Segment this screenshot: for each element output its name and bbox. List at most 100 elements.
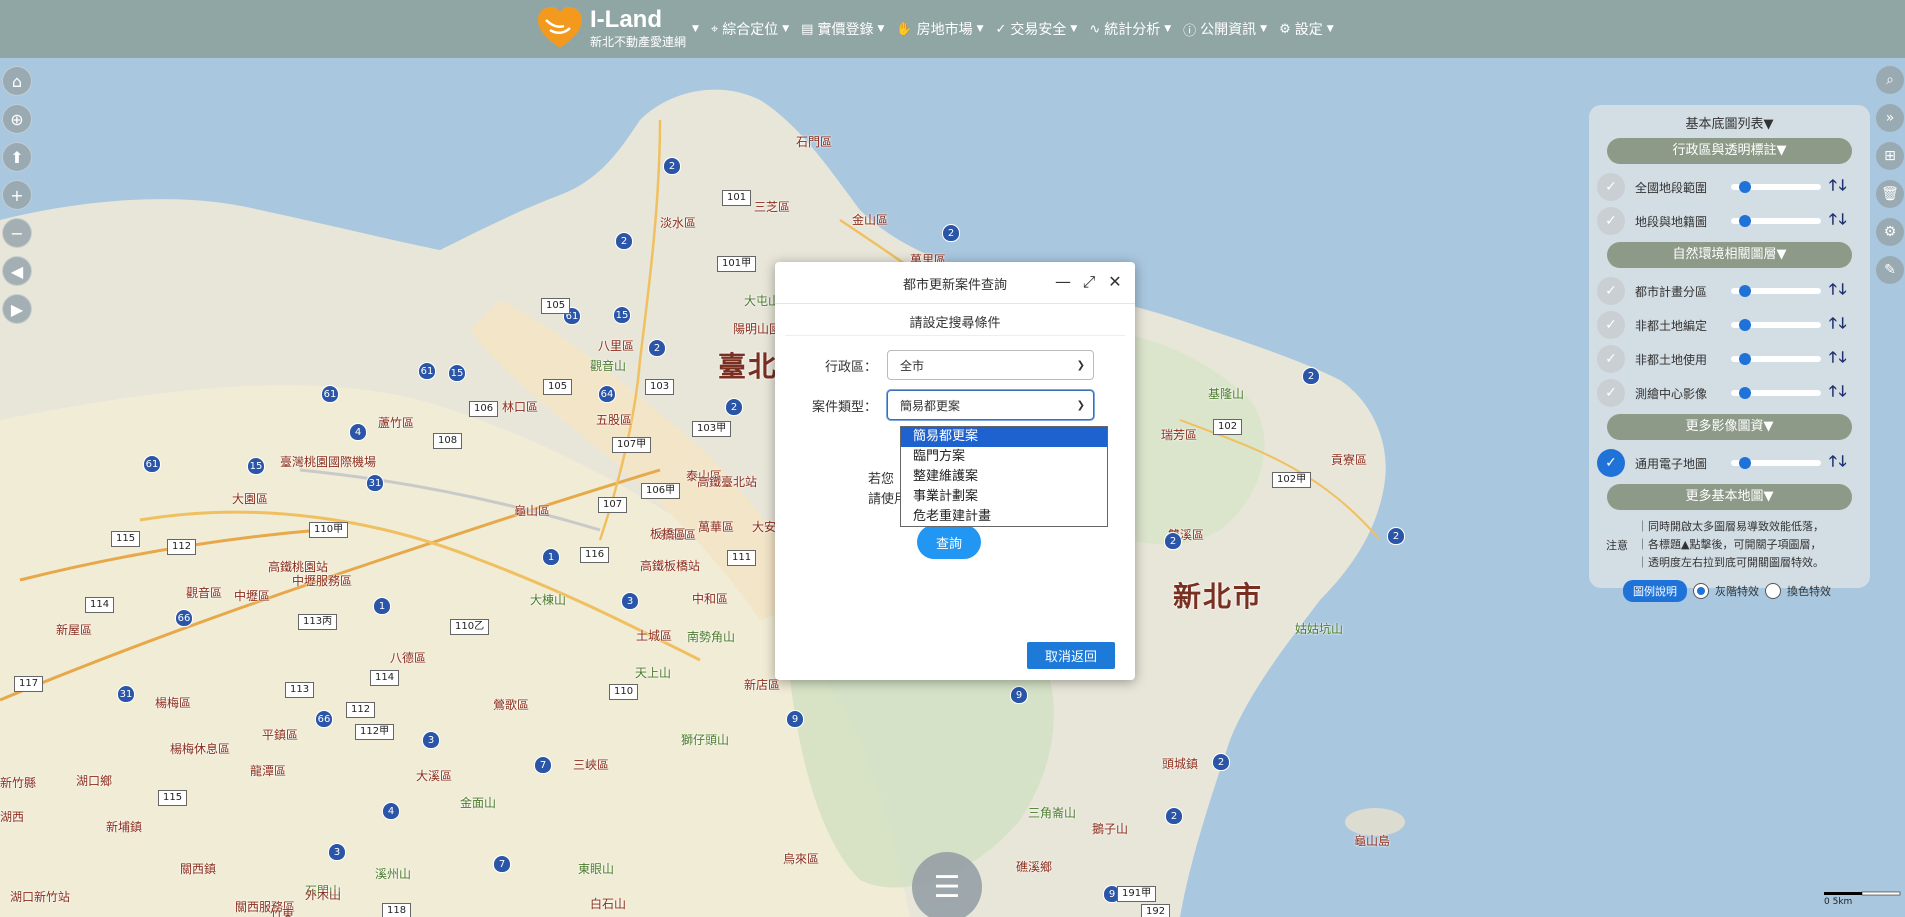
cancel-button[interactable]: 取消返回 [1027,642,1115,669]
check-icon: ✓ [1605,317,1617,333]
previous-extent-button[interactable]: ◀ [2,256,32,286]
slider-knob[interactable] [1739,181,1751,193]
opacity-slider[interactable] [1731,387,1821,399]
expand-panel-button[interactable]: » [1876,104,1904,132]
grayscale-radio[interactable] [1693,583,1709,599]
case-type-select[interactable]: 簡易都更案 ❯ [887,390,1094,420]
group-header-basemaps[interactable]: 更多基本地圖▼ [1607,484,1852,510]
slider-knob[interactable] [1739,457,1751,469]
compass-button[interactable]: ⬆ [2,142,32,172]
nav-item-statistics[interactable]: ∿ 統計分析 ▼ [1089,19,1171,39]
dropdown-option[interactable]: 簡易都更案 [901,427,1107,447]
group-header-admin[interactable]: 行政區與透明標註▼ [1607,138,1852,164]
road-shield: 101 [722,190,752,206]
group-header-environment[interactable]: 自然環境相關圖層▼ [1607,242,1852,268]
nav-collapse[interactable]: ▼ [692,24,699,34]
road-shield: 116 [580,547,610,563]
document-icon: ▤ [801,21,814,37]
map-label: 金山區 [852,213,889,227]
delete-button[interactable]: 🗑 [1876,180,1904,208]
query-button[interactable]: 查詢 [917,525,981,559]
home-button[interactable]: ⌂ [2,66,32,96]
minimize-icon[interactable]: — [1055,272,1071,292]
slider-knob[interactable] [1739,285,1751,297]
maximize-icon[interactable]: ⤢ [1081,272,1097,292]
layer-toggle[interactable]: ✓ [1597,379,1625,407]
reorder-arrows[interactable]: 🡑🡓 [1829,451,1849,476]
opacity-slider[interactable] [1731,353,1821,365]
nav-item-settings[interactable]: ⚙ 設定 ▼ [1279,19,1334,39]
next-extent-button[interactable]: ▶ [2,294,32,324]
map-label: 外木山 [305,888,342,902]
slider-knob[interactable] [1739,353,1751,365]
road-shield: 115 [111,531,141,547]
layer-toggle[interactable]: ✓ [1597,449,1625,477]
close-icon[interactable]: ✕ [1107,272,1123,292]
bottom-menu-button[interactable]: ☰ [912,852,982,917]
legend-button[interactable]: 圖例說明 [1623,580,1687,602]
layer-toggle[interactable]: ✓ [1597,311,1625,339]
hand-icon: ✋ [896,21,913,37]
layer-toggle[interactable]: ✓ [1597,345,1625,373]
group-header-imagery[interactable]: 更多影像圖資▼ [1607,414,1852,440]
opacity-slider[interactable] [1731,285,1821,297]
nav-item-public-info[interactable]: ⓘ 公開資訊 ▼ [1183,19,1267,39]
nav-item-location[interactable]: ⌖ 綜合定位 ▼ [711,19,789,39]
reorder-arrows[interactable]: 🡑🡓 [1829,381,1849,406]
locate-button[interactable]: ⊕ [2,104,32,134]
add-layer-button[interactable]: ⊞ [1876,142,1904,170]
map-label: 楊梅休息區 [170,742,231,756]
reorder-arrows[interactable]: 🡑🡓 [1829,347,1849,372]
slider-knob[interactable] [1739,319,1751,331]
road-shield: 2 [942,224,960,242]
map-label-new-taipei: 新北市 [1173,580,1264,613]
info-icon: ⓘ [1183,23,1197,39]
reorder-arrows[interactable]: 🡑🡓 [1829,279,1849,304]
draw-button[interactable]: ✎ [1876,256,1904,284]
settings-button[interactable]: ⚙ [1876,218,1904,246]
reorder-arrows[interactable]: 🡑🡓 [1829,313,1849,338]
zoom-out-button[interactable]: − [2,218,32,248]
opacity-slider[interactable] [1731,215,1821,227]
district-select[interactable]: 全市 ❯ [887,350,1094,380]
logo[interactable]: I-Land 新北不動產愛連網 [536,6,686,50]
layer-toggle[interactable]: ✓ [1597,207,1625,235]
dropdown-option[interactable]: 臨門方案 [901,447,1107,467]
reorder-arrows[interactable]: 🡑🡓 [1829,209,1849,234]
zoom-in-button[interactable]: + [2,180,32,210]
map-label: 觀音山 [590,359,627,373]
dropdown-option[interactable]: 整建維護案 [901,467,1107,487]
dropdown-option[interactable]: 危老重建計畫 [901,507,1107,527]
map-label: 龜山區 [514,504,551,518]
nav-item-price-registration[interactable]: ▤ 實價登錄 ▼ [801,19,884,39]
road-shield: 2 [1387,527,1405,545]
gear-icon: ⚙ [1279,21,1291,37]
road-shield: 61 [321,385,339,403]
slider-knob[interactable] [1739,387,1751,399]
road-shield: 103 [645,379,675,395]
nav-item-transaction-safety[interactable]: ✓ 交易安全 ▼ [996,19,1078,39]
layer-panel-title[interactable]: 基本底圖列表▼ [1597,113,1862,132]
opacity-slider[interactable] [1731,457,1821,469]
nav-label: 綜合定位 [722,22,779,38]
road-shield: 2 [663,157,681,175]
reorder-arrows[interactable]: 🡑🡓 [1829,175,1849,200]
opacity-slider[interactable] [1731,319,1821,331]
nav-item-real-estate-market[interactable]: ✋ 房地市場 ▼ [896,19,983,39]
dropdown-option[interactable]: 事業計劃案 [901,487,1107,507]
slider-knob[interactable] [1739,215,1751,227]
layer-toggle[interactable]: ✓ [1597,173,1625,201]
search-button[interactable]: ⌕ [1876,66,1904,94]
recolor-radio[interactable] [1765,583,1781,599]
location-pin-icon: ⌖ [710,21,719,37]
map-label: 白石山 [590,897,627,911]
map-label: 中壢區 [234,589,271,603]
road-shield: 9 [1010,686,1028,704]
dialog-header[interactable]: 都市更新案件查詢 — ⤢ ✕ [775,262,1135,304]
layer-toggle[interactable]: ✓ [1597,277,1625,305]
check-icon: ✓ [1605,455,1617,471]
road-shield: 192 [1141,904,1171,917]
map-label: 平鎮區 [262,728,299,742]
road-shield: 15 [448,364,466,382]
opacity-slider[interactable] [1731,181,1821,193]
